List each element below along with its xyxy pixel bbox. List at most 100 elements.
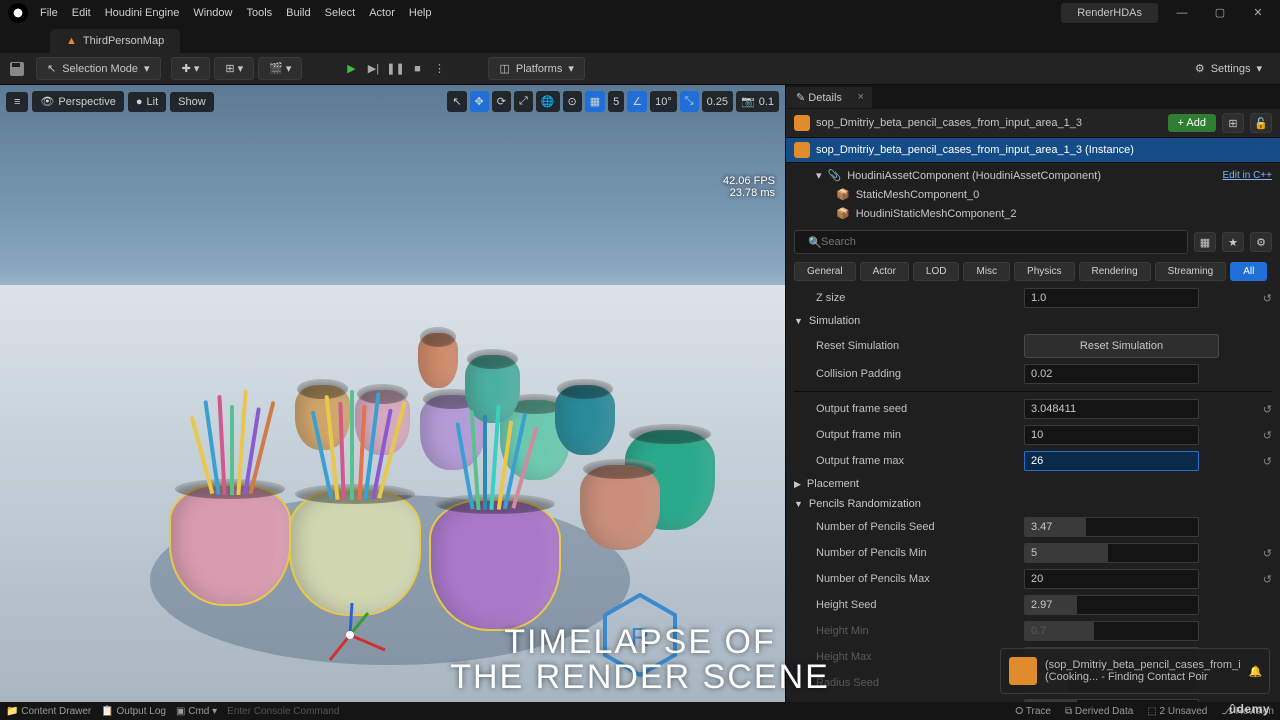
menu-help[interactable]: Help [409,7,432,19]
favorites-button[interactable]: ★ [1222,232,1244,252]
cat-rendering[interactable]: Rendering [1079,262,1151,281]
prop-height-seed-slider[interactable]: 2.97 [1024,595,1199,615]
translate-tool[interactable]: ✥ [470,91,489,112]
prop-output-min-input[interactable] [1024,425,1199,445]
close-icon[interactable]: ✕ [1244,3,1272,23]
prop-height-min-slider[interactable]: 0.7 [1024,621,1199,641]
cinematics-dropdown[interactable]: 🎬 ▾ [258,57,302,80]
grid-snap-toggle[interactable]: ▦ [585,91,605,112]
prop-pencils-max-input[interactable] [1024,569,1199,589]
lit-dropdown[interactable]: ● Lit [128,92,166,112]
cat-general[interactable]: General [794,262,856,281]
actor-instance-row[interactable]: sop_Dmitriy_beta_pencil_cases_from_input… [786,138,1280,163]
search-input[interactable] [794,230,1188,254]
coord-space-button[interactable]: 🌐 [536,91,560,112]
surface-snap-button[interactable]: ⊙ [563,91,582,112]
grid-snap-value[interactable]: 5 [608,91,624,112]
menu-houdini[interactable]: Houdini Engine [105,7,180,19]
angle-snap-toggle[interactable]: ∠ [627,91,647,112]
section-simulation[interactable]: ▼Simulation [786,311,1280,331]
section-placement[interactable]: ▶Placement [786,474,1280,494]
settings-dropdown[interactable]: ⚙ Settings ▾ [1185,58,1272,79]
maximize-icon[interactable]: ▢ [1206,3,1234,23]
reset-simulation-button[interactable]: Reset Simulation [1024,334,1219,358]
details-tab[interactable]: ✎ Details × [786,87,872,108]
play-button[interactable]: ▶ [342,60,360,78]
viewport-menu-button[interactable]: ≡ [6,92,28,112]
browse-asset-button[interactable]: ⊞ [1222,113,1244,133]
properties-list[interactable]: Z size ↺ ▼Simulation Reset Simulation Re… [786,285,1280,702]
blueprint-dropdown[interactable]: ⊞ ▾ [214,57,254,80]
chevron-down-icon: ▾ [1256,62,1262,75]
component-staticmesh[interactable]: 📦 StaticMeshComponent_0 [786,185,1280,204]
scale-snap-toggle[interactable]: ⤡ [680,91,699,112]
cat-physics[interactable]: Physics [1014,262,1074,281]
scale-tool[interactable]: ⤢ [514,91,533,112]
platforms-dropdown[interactable]: ◫ Platforms ▾ [488,57,584,80]
edit-cpp-link[interactable]: Edit in C++ [1223,170,1272,181]
prop-collision-padding-input[interactable] [1024,364,1199,384]
component-tree: ▾ 📎 HoudiniAssetComponent (HoudiniAssetC… [786,163,1280,226]
menu-select[interactable]: Select [325,7,356,19]
add-content-dropdown[interactable]: ✚ ▾ [171,57,211,80]
prop-radius-min-slider[interactable] [1024,699,1199,702]
reset-icon[interactable]: ↺ [1263,429,1272,442]
component-root[interactable]: ▾ 📎 HoudiniAssetComponent (HoudiniAssetC… [786,166,1280,185]
show-dropdown[interactable]: Show [170,92,214,112]
component-houdinimesh[interactable]: 📦 HoudiniStaticMeshComponent_2 [786,204,1280,223]
viewport[interactable]: ≡ 👁 Perspective ● Lit Show ↖ ✥ ⟳ ⤢ 🌐 ⊙ ▦… [0,85,785,702]
chevron-down-icon: ▾ [816,169,822,182]
perspective-dropdown[interactable]: 👁 Perspective [32,91,123,112]
angle-snap-value[interactable]: 10° [650,91,677,112]
add-component-button[interactable]: + Add [1168,114,1216,132]
render-hdas-button[interactable]: RenderHDAs [1061,3,1158,23]
reset-icon[interactable]: ↺ [1263,455,1272,468]
pause-button[interactable]: ❚❚ [386,60,404,78]
scale-snap-value[interactable]: 0.25 [702,91,733,112]
reset-icon[interactable]: ↺ [1263,403,1272,416]
view-options-button[interactable]: ⚙ [1250,232,1272,252]
unsaved-button[interactable]: ⬚ 2 Unsaved [1147,706,1207,717]
bell-icon[interactable]: 🔔 [1249,665,1263,678]
menu-file[interactable]: File [40,7,58,19]
save-button[interactable] [8,60,26,78]
cat-misc[interactable]: Misc [963,262,1010,281]
content-drawer-button[interactable]: 📁 Content Drawer [6,706,91,717]
menu-edit[interactable]: Edit [72,7,91,19]
minimize-icon[interactable]: — [1168,3,1196,23]
play-options-button[interactable]: ⋮ [430,60,448,78]
trace-button[interactable]: ⭘ Trace [1015,706,1051,717]
menu-actor[interactable]: Actor [369,7,395,19]
prop-output-seed-input[interactable] [1024,399,1199,419]
section-pencils[interactable]: ▼Pencils Randomization [786,494,1280,514]
cat-all[interactable]: All [1230,262,1267,281]
prop-pencils-min-slider[interactable]: 5 [1024,543,1199,563]
cmd-dropdown[interactable]: ▣ Cmd ▾ [176,706,217,717]
prop-output-max-input[interactable] [1024,451,1199,471]
rotate-tool[interactable]: ⟳ [492,91,511,112]
menu-build[interactable]: Build [286,7,310,19]
stop-button[interactable]: ■ [408,60,426,78]
reset-icon[interactable]: ↺ [1263,292,1272,305]
output-log-button[interactable]: 📋 Output Log [101,706,166,717]
selection-mode-dropdown[interactable]: ↖ Selection Mode ▾ [36,57,161,80]
menu-tools[interactable]: Tools [246,7,272,19]
camera-speed[interactable]: 📷 0.1 [736,91,779,112]
reset-icon[interactable]: ↺ [1263,547,1272,560]
property-matrix-button[interactable]: ▦ [1194,232,1216,252]
reset-icon[interactable]: ↺ [1263,573,1272,586]
lock-details-button[interactable]: 🔓 [1250,113,1272,133]
menu-window[interactable]: Window [193,7,232,19]
level-tab[interactable]: ▲ ThirdPersonMap [50,29,180,53]
skip-button[interactable]: ▶| [364,60,382,78]
cat-streaming[interactable]: Streaming [1155,262,1227,281]
cat-lod[interactable]: LOD [913,262,960,281]
console-input[interactable]: Enter Console Command [227,706,339,717]
prop-pencils-seed-slider[interactable]: 3.47 [1024,517,1199,537]
cat-actor[interactable]: Actor [860,262,909,281]
derived-data-button[interactable]: ⧉ Derived Data [1065,706,1133,717]
close-tab-icon[interactable]: × [857,91,863,103]
transform-gizmo[interactable] [310,595,390,675]
select-tool[interactable]: ↖ [447,91,466,112]
prop-z-size-input[interactable] [1024,288,1199,308]
